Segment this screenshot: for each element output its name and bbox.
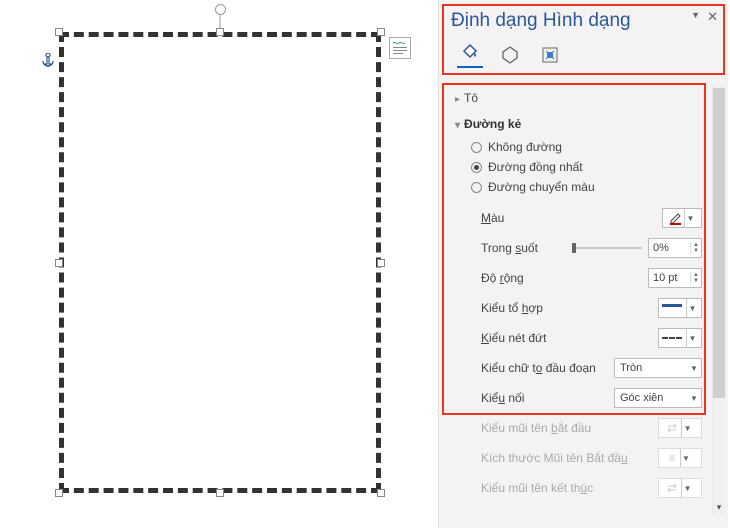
radio-gradient-line[interactable]: Đường chuyển màu	[451, 177, 710, 197]
scrollbar-thumb[interactable]	[713, 88, 725, 398]
input-value: 10 pt	[653, 272, 677, 284]
prop-label: Độ rộng	[481, 271, 524, 285]
dropdown-arrow-icon: ▼	[684, 209, 696, 227]
join-select[interactable]: Góc xiên ▼	[614, 388, 702, 408]
format-shape-panel: Định dạng Hình dạng ▼ ✕ ▴ ▾ Tô Đường kẻ …	[438, 0, 728, 528]
arrow-begin-type-dropdown: ⇄ ▼	[658, 418, 702, 438]
radio-icon	[471, 182, 482, 193]
anchor-icon	[42, 53, 54, 72]
dropdown-arrow-icon: ▼	[686, 299, 698, 317]
resize-handle-mr[interactable]	[377, 259, 385, 267]
radio-icon	[471, 162, 482, 173]
select-value: Góc xiên	[620, 392, 663, 404]
spinner-buttons[interactable]: ▲▼	[690, 242, 699, 254]
prop-compound: Kiểu tổ hợp ▼	[451, 293, 710, 323]
arrow-begin-size-dropdown: ≡ ▼	[658, 448, 702, 468]
dropdown-arrow-icon: ▼	[686, 329, 698, 347]
resize-handle-tm[interactable]	[216, 28, 224, 36]
arrow-size-icon: ≡	[668, 451, 675, 465]
dropdown-arrow-icon: ▼	[687, 394, 701, 403]
rotate-handle[interactable]	[215, 4, 226, 15]
line-style-icon	[662, 304, 682, 312]
document-canvas[interactable]	[0, 0, 438, 528]
dropdown-arrow-icon: ▼	[681, 479, 693, 497]
radio-icon	[471, 142, 482, 153]
panel-body: Tô Đường kẻ Không đường Đường đồng nhất …	[439, 85, 710, 528]
prop-label: Kiểu chữ to đầu đoạn	[481, 361, 596, 375]
resize-handle-bm[interactable]	[216, 489, 224, 497]
transparency-input[interactable]: 0% ▲▼	[648, 238, 702, 258]
input-value: 0%	[653, 242, 669, 254]
resize-handle-tl[interactable]	[55, 28, 63, 36]
section-line[interactable]: Đường kẻ	[451, 111, 710, 137]
prop-arrow-begin-size: Kích thước Mũi tên Bắt đầu ≡ ▼	[451, 443, 710, 473]
prop-label: Kích thước Mũi tên Bắt đầu	[481, 451, 628, 465]
prop-label: Kiểu nối	[481, 391, 524, 405]
scrollbar-down[interactable]: ▾	[714, 502, 724, 513]
dropdown-arrow-icon: ▼	[687, 364, 701, 373]
arrow-end-type-dropdown: ⇄ ▼	[658, 478, 702, 498]
prop-arrow-begin-type: Kiểu mũi tên bắt đầu ⇄ ▼	[451, 413, 710, 443]
tab-size-properties[interactable]	[537, 42, 563, 68]
panel-menu-dropdown[interactable]: ▼	[691, 10, 700, 20]
dash-dropdown[interactable]: ▼	[658, 328, 702, 348]
spinner-buttons[interactable]: ▲▼	[690, 272, 699, 284]
selected-shape[interactable]	[59, 32, 381, 493]
arrow-type-icon: ⇄	[667, 481, 677, 495]
prop-label: Trong suốt	[481, 241, 538, 255]
resize-handle-bl[interactable]	[55, 489, 63, 497]
prop-transparency: Trong suốt 0% ▲▼	[451, 233, 710, 263]
width-input[interactable]: 10 pt ▲▼	[648, 268, 702, 288]
prop-width: Độ rộng 10 pt ▲▼	[451, 263, 710, 293]
compound-dropdown[interactable]: ▼	[658, 298, 702, 318]
arrow-type-icon: ⇄	[667, 421, 677, 435]
prop-arrow-end-type: Kiểu mũi tên kết thúc ⇄ ▼	[451, 473, 710, 503]
radio-label: Không đường	[488, 140, 562, 154]
prop-label: Kiểu mũi tên bắt đầu	[481, 421, 591, 435]
radio-no-line[interactable]: Không đường	[451, 137, 710, 157]
tab-effects[interactable]	[497, 42, 523, 68]
resize-handle-ml[interactable]	[55, 259, 63, 267]
panel-tabs	[457, 42, 563, 68]
dropdown-arrow-icon: ▼	[681, 419, 693, 437]
resize-handle-tr[interactable]	[377, 28, 385, 36]
prop-cap: Kiểu chữ to đầu đoạn Tròn ▼	[451, 353, 710, 383]
panel-title: Định dạng Hình dạng	[451, 10, 631, 32]
dropdown-arrow-icon: ▼	[680, 449, 692, 467]
radio-label: Đường đồng nhất	[488, 160, 583, 174]
prop-label: Kiểu nét đứt	[481, 331, 546, 345]
dash-style-icon	[662, 337, 682, 339]
shape-outline	[59, 32, 381, 493]
radio-label: Đường chuyển màu	[488, 180, 595, 194]
prop-color: Màu ▼	[451, 203, 710, 233]
select-value: Tròn	[620, 362, 642, 374]
prop-label: Kiểu tổ hợp	[481, 301, 543, 315]
fill-color-icon	[668, 211, 684, 225]
color-picker-button[interactable]: ▼	[662, 208, 702, 228]
slider-thumb[interactable]	[572, 243, 576, 253]
tab-fill-line[interactable]	[457, 42, 483, 68]
section-fill[interactable]: Tô	[451, 85, 710, 111]
panel-close-button[interactable]: ✕	[707, 9, 718, 25]
prop-join: Kiểu nối Góc xiên ▼	[451, 383, 710, 413]
transparency-slider[interactable]	[572, 247, 642, 249]
cap-select[interactable]: Tròn ▼	[614, 358, 702, 378]
prop-dash: Kiểu nét đứt ▼	[451, 323, 710, 353]
prop-label: Màu	[481, 211, 504, 225]
resize-handle-br[interactable]	[377, 489, 385, 497]
prop-label: Kiểu mũi tên kết thúc	[481, 481, 593, 495]
radio-solid-line[interactable]: Đường đồng nhất	[451, 157, 710, 177]
layout-options-button[interactable]	[389, 37, 411, 59]
